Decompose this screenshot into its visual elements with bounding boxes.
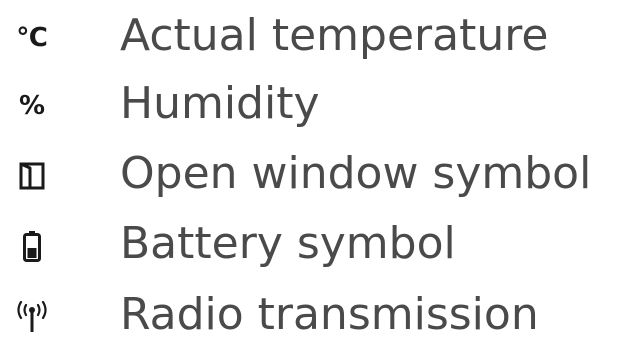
legend-row-open-window: Open window symbol [0, 144, 639, 204]
celsius-icon: ℃ [16, 23, 48, 53]
legend-label-open-window: Open window symbol [120, 148, 592, 199]
symbol-legend: ℃ Actual temperature % Humidity Open win… [0, 0, 639, 340]
legend-row-radio: Radio transmission [0, 285, 639, 345]
percent-icon: % [18, 91, 46, 121]
legend-label-humidity: Humidity [120, 78, 320, 129]
legend-label-battery: Battery symbol [120, 218, 456, 269]
legend-label-radio: Radio transmission [120, 289, 539, 340]
legend-row-battery: Battery symbol [0, 214, 639, 274]
legend-row-humidity: % Humidity [0, 74, 639, 134]
open-window-icon [8, 152, 56, 200]
battery-icon [8, 222, 56, 270]
legend-row-temperature: ℃ Actual temperature [0, 6, 639, 66]
radio-transmission-icon [8, 293, 56, 341]
legend-label-temperature: Actual temperature [120, 10, 549, 61]
